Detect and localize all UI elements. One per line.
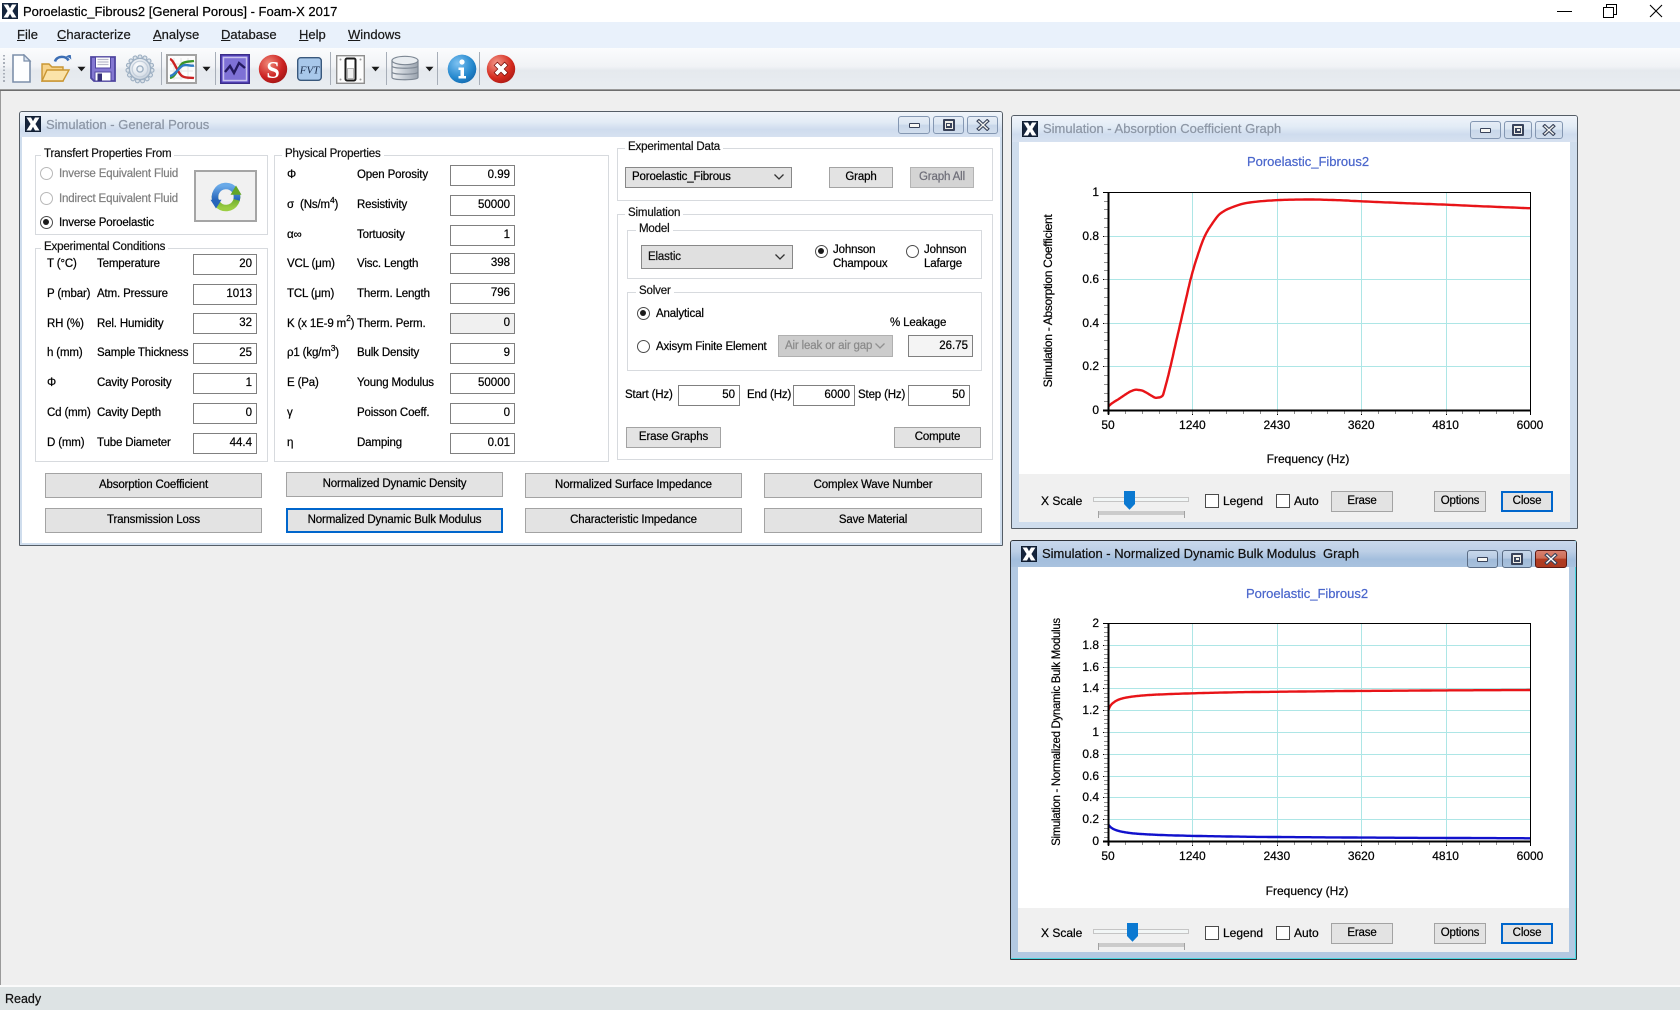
svg-text:S: S <box>266 58 279 84</box>
svg-text:FVT: FVT <box>299 65 320 77</box>
